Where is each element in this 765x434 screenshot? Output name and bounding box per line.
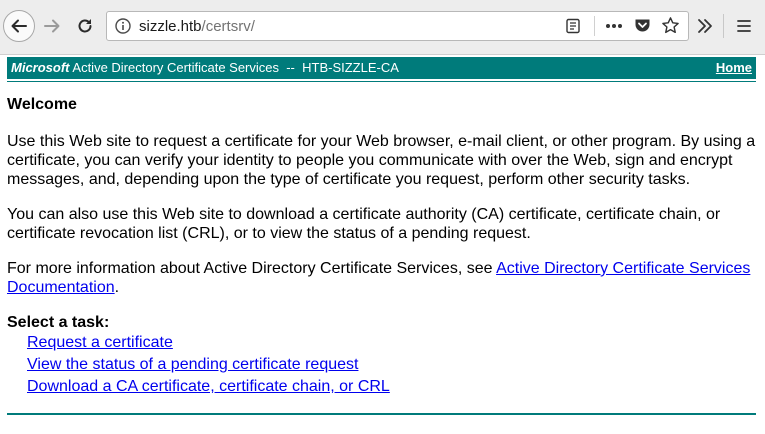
download-paragraph: You can also use this Web site to downlo… [7,206,721,242]
bookmark-star-icon[interactable] [661,16,680,35]
url-path: /certsrv/ [201,18,255,35]
arrow-left-icon [11,19,27,33]
arrow-right-icon [44,19,60,33]
page-title: Welcome [7,96,77,113]
page-banner: Microsoft Active Directory Certificate S… [7,57,756,79]
info-icon[interactable] [115,18,131,34]
url-host: sizzle.htb [139,18,202,35]
reload-icon [78,19,92,33]
back-button[interactable] [3,10,35,42]
info-paragraph-prefix: For more information about Active Direct… [7,260,497,277]
task-list: Request a certificate View the status of… [27,332,390,398]
chevron-double-right-icon[interactable] [696,17,714,35]
toolbar-divider [723,14,724,38]
home-link[interactable]: Home [716,57,752,79]
reader-view-icon[interactable] [565,18,581,34]
view-pending-request-link[interactable]: View the status of a pending certificate… [27,356,358,373]
url-text[interactable]: sizzle.htb/certsrv/ [139,18,255,35]
request-certificate-link[interactable]: Request a certificate [27,334,173,351]
banner-rule [7,81,756,82]
banner-title: Active Directory Certificate Services --… [69,60,399,75]
banner-brand: Microsoft [11,60,70,75]
page-actions-icon[interactable] [604,18,624,34]
info-paragraph: For more information about Active Direct… [7,259,757,297]
browser-toolbar: sizzle.htb/certsrv/ [0,0,765,55]
download-ca-certificate-link[interactable]: Download a CA certificate, certificate c… [27,378,390,395]
info-paragraph-suffix: . [114,279,120,296]
reload-button[interactable] [73,14,97,38]
intro-paragraph: Use this Web site to request a certifica… [7,133,756,188]
hamburger-menu-icon[interactable] [735,17,753,35]
forward-button[interactable] [40,14,64,38]
urlbar-separator [594,16,595,36]
task-heading: Select a task: [7,314,110,331]
address-bar[interactable]: sizzle.htb/certsrv/ [106,11,689,41]
pocket-icon[interactable] [634,17,651,34]
footer-rule [7,413,756,415]
